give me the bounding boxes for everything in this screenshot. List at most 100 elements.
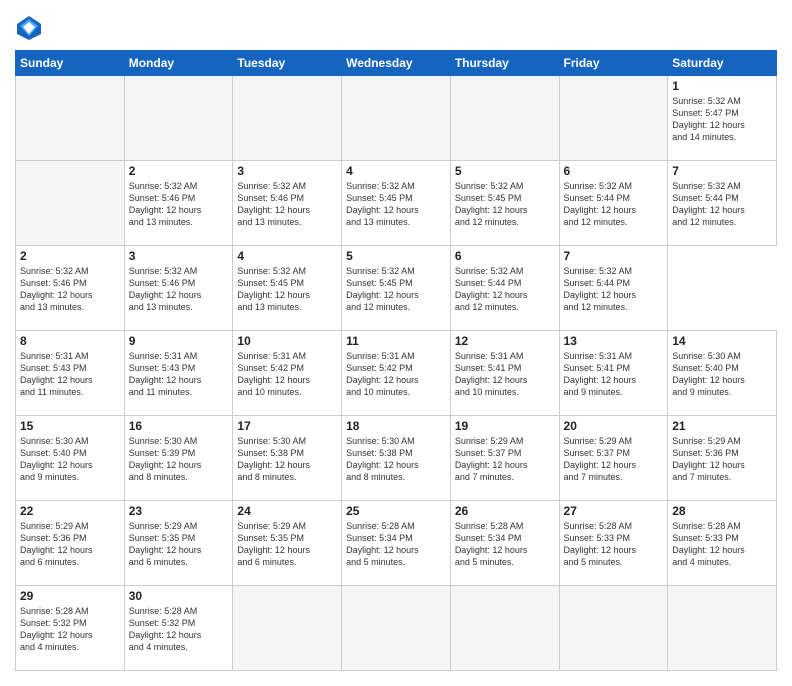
day-number: 5 [455, 164, 555, 178]
cell-content: Sunrise: 5:32 AMSunset: 5:46 PMDaylight:… [20, 265, 120, 314]
day-number: 10 [237, 334, 337, 348]
cell-content: Sunrise: 5:28 AMSunset: 5:32 PMDaylight:… [129, 605, 229, 654]
day-number: 8 [20, 334, 120, 348]
header-wednesday: Wednesday [342, 51, 451, 76]
cell-content: Sunrise: 5:29 AMSunset: 5:37 PMDaylight:… [564, 435, 664, 484]
cell-content: Sunrise: 5:30 AMSunset: 5:40 PMDaylight:… [20, 435, 120, 484]
day-number: 13 [564, 334, 664, 348]
day-number: 27 [564, 504, 664, 518]
calendar-row: 2 Sunrise: 5:32 AMSunset: 5:46 PMDaylight… [16, 246, 777, 331]
cell-content: Sunrise: 5:32 AMSunset: 5:45 PMDaylight:… [455, 180, 555, 229]
day-number: 2 [20, 249, 120, 263]
table-row [559, 76, 668, 161]
table-row: 1 Sunrise: 5:32 AMSunset: 5:47 PMDaylight… [668, 76, 777, 161]
day-number: 2 [129, 164, 229, 178]
table-row: 12Sunrise: 5:31 AMSunset: 5:41 PMDayligh… [450, 331, 559, 416]
table-row: 7 Sunrise: 5:32 AMSunset: 5:44 PMDaylight… [668, 161, 777, 246]
cell-content: Sunrise: 5:32 AMSunset: 5:46 PMDaylight:… [129, 265, 229, 314]
table-row [233, 76, 342, 161]
table-row [450, 586, 559, 671]
cell-content: Sunrise: 5:29 AMSunset: 5:35 PMDaylight:… [129, 520, 229, 569]
header-tuesday: Tuesday [233, 51, 342, 76]
day-number: 28 [672, 504, 772, 518]
table-row: 16Sunrise: 5:30 AMSunset: 5:39 PMDayligh… [124, 416, 233, 501]
table-row: 13 Sunrise: 5:31 AMSunset: 5:41 PMDayligh… [559, 331, 668, 416]
header [15, 10, 777, 42]
cell-content: Sunrise: 5:30 AMSunset: 5:39 PMDaylight:… [129, 435, 229, 484]
table-row: 18 Sunrise: 5:30 AMSunset: 5:38 PMDayligh… [342, 416, 451, 501]
table-row [233, 586, 342, 671]
day-number: 18 [346, 419, 446, 433]
table-row [668, 586, 777, 671]
header-thursday: Thursday [450, 51, 559, 76]
day-number: 1 [672, 79, 772, 93]
cell-content: Sunrise: 5:31 AMSunset: 5:43 PMDaylight:… [129, 350, 229, 399]
table-row: 17Sunrise: 5:30 AMSunset: 5:38 PMDayligh… [233, 416, 342, 501]
table-row: 4 Sunrise: 5:32 AMSunset: 5:45 PMDaylight… [233, 246, 342, 331]
table-row: 2 Sunrise: 5:32 AMSunset: 5:46 PMDaylight… [16, 246, 125, 331]
calendar-row: 8 Sunrise: 5:31 AMSunset: 5:43 PMDaylight… [16, 331, 777, 416]
day-number: 24 [237, 504, 337, 518]
table-row: 8 Sunrise: 5:31 AMSunset: 5:43 PMDaylight… [16, 331, 125, 416]
cell-content: Sunrise: 5:32 AMSunset: 5:45 PMDaylight:… [346, 265, 446, 314]
day-number: 7 [672, 164, 772, 178]
cell-content: Sunrise: 5:32 AMSunset: 5:46 PMDaylight:… [237, 180, 337, 229]
cell-content: Sunrise: 5:32 AMSunset: 5:47 PMDaylight:… [672, 95, 772, 144]
table-row: 10Sunrise: 5:31 AMSunset: 5:42 PMDayligh… [233, 331, 342, 416]
table-row: 2 Sunrise: 5:32 AMSunset: 5:46 PMDaylight… [124, 161, 233, 246]
logo-icon [15, 14, 43, 42]
cell-content: Sunrise: 5:31 AMSunset: 5:43 PMDaylight:… [20, 350, 120, 399]
cell-content: Sunrise: 5:28 AMSunset: 5:33 PMDaylight:… [672, 520, 772, 569]
table-row: 23 Sunrise: 5:29 AMSunset: 5:35 PMDayligh… [124, 501, 233, 586]
table-row: 26 Sunrise: 5:28 AMSunset: 5:34 PMDayligh… [450, 501, 559, 586]
cell-content: Sunrise: 5:32 AMSunset: 5:44 PMDaylight:… [672, 180, 772, 229]
day-number: 15 [20, 419, 120, 433]
cell-content: Sunrise: 5:29 AMSunset: 5:36 PMDaylight:… [20, 520, 120, 569]
day-number: 30 [129, 589, 229, 603]
cell-content: Sunrise: 5:29 AMSunset: 5:37 PMDaylight:… [455, 435, 555, 484]
table-row [559, 586, 668, 671]
day-number: 29 [20, 589, 120, 603]
cell-content: Sunrise: 5:32 AMSunset: 5:45 PMDaylight:… [346, 180, 446, 229]
table-row: 5 Sunrise: 5:32 AMSunset: 5:45 PMDaylight… [450, 161, 559, 246]
table-row: 6 Sunrise: 5:32 AMSunset: 5:44 PMDaylight… [450, 246, 559, 331]
cell-content: Sunrise: 5:32 AMSunset: 5:44 PMDaylight:… [564, 180, 664, 229]
day-number: 4 [237, 249, 337, 263]
cell-content: Sunrise: 5:32 AMSunset: 5:44 PMDaylight:… [455, 265, 555, 314]
cell-content: Sunrise: 5:28 AMSunset: 5:34 PMDaylight:… [455, 520, 555, 569]
table-row: 14Sunrise: 5:30 AMSunset: 5:40 PMDayligh… [668, 331, 777, 416]
calendar-row: 22Sunrise: 5:29 AMSunset: 5:36 PMDayligh… [16, 501, 777, 586]
cell-content: Sunrise: 5:30 AMSunset: 5:38 PMDaylight:… [237, 435, 337, 484]
table-row: 6Sunrise: 5:32 AMSunset: 5:44 PMDaylight… [559, 161, 668, 246]
table-row [342, 586, 451, 671]
table-row: 20Sunrise: 5:29 AMSunset: 5:37 PMDayligh… [559, 416, 668, 501]
table-row [16, 76, 125, 161]
table-row: 22Sunrise: 5:29 AMSunset: 5:36 PMDayligh… [16, 501, 125, 586]
table-row: 3Sunrise: 5:32 AMSunset: 5:46 PMDaylight… [124, 246, 233, 331]
cell-content: Sunrise: 5:30 AMSunset: 5:38 PMDaylight:… [346, 435, 446, 484]
day-number: 6 [455, 249, 555, 263]
calendar-row: 2 Sunrise: 5:32 AMSunset: 5:46 PMDaylight… [16, 161, 777, 246]
day-number: 12 [455, 334, 555, 348]
cell-content: Sunrise: 5:32 AMSunset: 5:46 PMDaylight:… [129, 180, 229, 229]
day-number: 26 [455, 504, 555, 518]
table-row [124, 76, 233, 161]
table-row: 28 Sunrise: 5:28 AMSunset: 5:33 PMDayligh… [668, 501, 777, 586]
day-number: 7 [564, 249, 664, 263]
day-number: 23 [129, 504, 229, 518]
table-row: 29 Sunrise: 5:28 AMSunset: 5:32 PMDayligh… [16, 586, 125, 671]
page: SundayMondayTuesdayWednesdayThursdayFrid… [0, 0, 792, 686]
day-number: 25 [346, 504, 446, 518]
calendar-table: SundayMondayTuesdayWednesdayThursdayFrid… [15, 50, 777, 671]
cell-content: Sunrise: 5:28 AMSunset: 5:32 PMDaylight:… [20, 605, 120, 654]
header-row: SundayMondayTuesdayWednesdayThursdayFrid… [16, 51, 777, 76]
cell-content: Sunrise: 5:32 AMSunset: 5:45 PMDaylight:… [237, 265, 337, 314]
table-row [342, 76, 451, 161]
day-number: 21 [672, 419, 772, 433]
table-row: 9Sunrise: 5:31 AMSunset: 5:43 PMDaylight… [124, 331, 233, 416]
header-sunday: Sunday [16, 51, 125, 76]
cell-content: Sunrise: 5:30 AMSunset: 5:40 PMDaylight:… [672, 350, 772, 399]
table-row: 25Sunrise: 5:28 AMSunset: 5:34 PMDayligh… [342, 501, 451, 586]
cell-content: Sunrise: 5:29 AMSunset: 5:35 PMDaylight:… [237, 520, 337, 569]
cell-content: Sunrise: 5:31 AMSunset: 5:41 PMDaylight:… [564, 350, 664, 399]
